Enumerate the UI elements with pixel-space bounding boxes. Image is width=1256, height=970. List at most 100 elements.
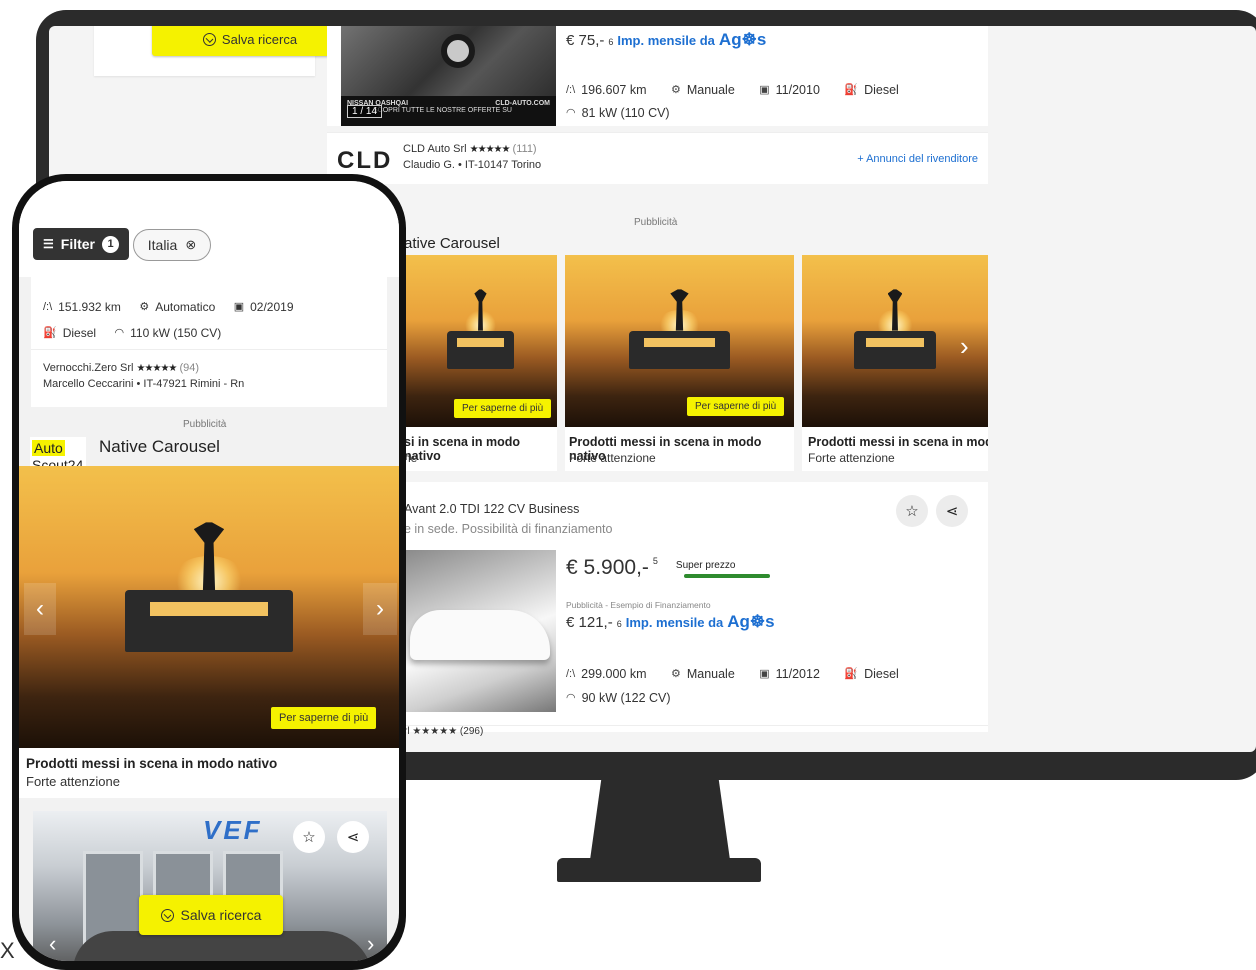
power-value: 81 kW (110 CV) (581, 105, 670, 120)
dealer-reviews: (94) (179, 362, 199, 374)
registration-value: 11/2010 (775, 82, 820, 97)
registration-value: 02/2019 (250, 299, 294, 314)
save-search-button[interactable]: Salva ricerca (152, 26, 348, 56)
listing-card[interactable]: NISSAN QASHQAI CLD-AUTO.COM SCOPRI TUTTE… (327, 26, 988, 126)
listing-photo[interactable]: VEF (33, 811, 387, 961)
listing-card[interactable]: /:\ 151.932 km ⚙ Automatico ▣ 02/2019 ⛽ Dies… (31, 277, 387, 407)
dealer-name[interactable]: Vernocchi.Zero Srl (43, 362, 133, 374)
mileage-value: 151.932 km (58, 300, 121, 314)
price-footnote: 5 (652, 556, 658, 566)
favorite-star-icon[interactable]: ☆ (896, 495, 928, 527)
listing-subtitle: e in sede. Possibilità di finanziamento (404, 522, 613, 536)
favorite-star-icon[interactable]: ☆ (293, 821, 325, 853)
power-value: 110 kW (150 CV) (130, 325, 222, 340)
power-value: 90 kW (122 CV) (581, 690, 671, 705)
mileage-icon: /:\ (566, 84, 576, 96)
spec-row: /:\ 196.607 km ⚙ Manuale ▣ 11/2010 ⛽ Diesel (566, 80, 919, 98)
dealer-peek: rl ★★★★★ (296) (404, 725, 988, 737)
carousel-next-arrow[interactable]: › (960, 331, 969, 362)
ad-card[interactable]: Per saperne di più si in scena in modo n… (404, 255, 557, 471)
mileage-icon: /:\ (43, 301, 53, 313)
save-search-label: Salva ricerca (221, 31, 298, 47)
share-icon[interactable]: ⋖ (936, 495, 968, 527)
power-row: ◠ 81 kW (110 CV) (566, 103, 690, 121)
ad-learn-more-button[interactable]: Per saperne di più (271, 707, 377, 729)
sidebar-save-card: Salva ricerca (94, 26, 348, 76)
mileage-spec: /:\ 299.000 km (566, 667, 647, 681)
monthly-price: € 75,- (566, 32, 605, 49)
ad-card-text[interactable]: Prodotti messi in scena in modo nativo F… (19, 748, 399, 798)
gearbox-spec: ⚙ Manuale (671, 83, 735, 97)
mileage-value: 299.000 km (581, 667, 647, 681)
ad-card[interactable]: › Prodotti messi in scena in modo Forte … (802, 255, 988, 471)
save-search-icon (202, 32, 216, 46)
speedometer-icon: ◠ (566, 107, 576, 119)
listing-photo[interactable] (404, 550, 556, 712)
carousel-next-arrow[interactable]: › (363, 583, 397, 635)
car-silhouette (73, 931, 373, 961)
ad-carousel-title: Native Carousel (99, 437, 220, 456)
chip-label: Italia (147, 237, 178, 253)
monthly-footnote: 6 (616, 619, 622, 629)
listing-card[interactable]: Avant 2.0 TDI 122 CV Business e in sede.… (404, 482, 988, 737)
ad-pub-label: Pubblicità (183, 419, 227, 430)
mileage-icon: /:\ (566, 668, 576, 680)
spec-row: /:\ 151.932 km ⚙ Automatico ▣ 02/2019 (43, 297, 308, 315)
location-chip[interactable]: Italia ⊗ (133, 229, 211, 261)
registration-value: 11/2012 (775, 666, 820, 681)
dealer-name[interactable]: CLD Auto Srl (403, 143, 467, 155)
super-price-badge: Super prezzo (675, 560, 736, 571)
dealer-reviews: (111) (512, 143, 537, 155)
dealer-logo: CLD (337, 147, 393, 174)
dealer-more-listings-link[interactable]: + Annunci del rivenditore (857, 153, 978, 165)
save-search-icon (160, 908, 174, 922)
ad-image[interactable] (19, 466, 399, 748)
share-icon[interactable]: ⋖ (337, 821, 369, 853)
ad-card-subtitle: ne (404, 451, 418, 465)
chip-remove-icon[interactable]: ⊗ (185, 237, 196, 253)
listing-photo[interactable]: NISSAN QASHQAI CLD-AUTO.COM SCOPRI TUTTE… (341, 26, 556, 126)
gearbox-icon: ⚙ (670, 84, 681, 96)
filter-button[interactable]: ☰ Filter 1 (33, 228, 129, 260)
monitor-stand-base (557, 858, 761, 882)
gearbox-value: Automatico (155, 299, 216, 314)
gearbox-icon: ⚙ (139, 301, 150, 313)
ad-learn-more-button[interactable]: Per saperne di più (454, 399, 552, 418)
ad-card[interactable]: Per saperne di più Prodotti messi in sce… (565, 255, 794, 471)
speedometer-icon: ◠ (114, 327, 125, 339)
mileage-spec: /:\ 151.932 km (43, 300, 121, 314)
filter-label: Filter (60, 236, 95, 252)
save-search-button[interactable]: Salva ricerca (139, 895, 283, 935)
dealer-contact: Claudio G. • IT-10147 Torino (403, 159, 542, 171)
dealer-contact: Marcello Ceccarini • IT-47921 Rimini - R… (43, 378, 245, 390)
dealer-stars: ★★★★★ (136, 363, 178, 374)
carousel-prev-arrow[interactable]: ‹ (24, 583, 56, 635)
ad-learn-more-button[interactable]: Per saperne di più (687, 397, 785, 416)
ad-card-subtitle: Forte attenzione (26, 774, 120, 789)
gearbox-value: Manuale (686, 666, 735, 681)
dealer-row: CLD CLD Auto Srl ★★★★★ (111) Claudio G. … (327, 132, 988, 184)
monthly-row: € 75,- 6 Imp. mensile da Ag☸s (566, 30, 766, 50)
agos-financing-link[interactable]: Imp. mensile da (626, 615, 724, 630)
car-body-shape (410, 610, 550, 660)
dealer-stars: ★★★★★ (469, 144, 511, 155)
power-spec: ◠ 81 kW (110 CV) (566, 106, 670, 120)
photo-counter: 1 / 14 (347, 105, 383, 118)
photo-next-arrow[interactable]: › (367, 931, 374, 957)
speedometer-icon: ◠ (566, 692, 576, 704)
super-price-bar (684, 574, 770, 578)
listing-title[interactable]: Avant 2.0 TDI 122 CV Business (404, 502, 579, 516)
filter-bar: ☰ Filter 1 Italia ⊗ (19, 181, 399, 277)
mobile-screen: ☰ Filter 1 Italia ⊗ /:\ 151.932 km ⚙ Autom… (19, 181, 399, 961)
photo-prev-arrow[interactable]: ‹ (49, 931, 56, 957)
agos-logo: Ag☸s (727, 612, 775, 631)
fuel-value: Diesel (62, 325, 97, 340)
gearbox-spec: ⚙ Manuale (671, 667, 735, 681)
fuel-pump-icon: ⛽ (844, 668, 859, 680)
dealer-sign: VEF (203, 815, 263, 845)
stray-x-text: X (0, 938, 15, 963)
spec-row: ⛽ Diesel ◠ 110 kW (150 CV) (43, 323, 235, 341)
spec-row: /:\ 299.000 km ⚙ Manuale ▣ 11/2012 ⛽ Diesel (566, 664, 919, 682)
agos-financing-link[interactable]: Imp. mensile da (617, 33, 715, 48)
logo-auto-text: Auto (32, 440, 65, 456)
